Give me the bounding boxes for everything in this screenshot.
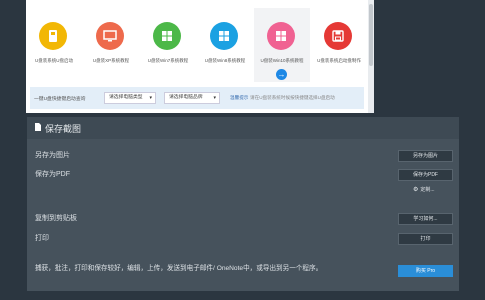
monitor-icon — [96, 22, 124, 50]
feature-description: 捕获，批注，打印和保存较好，编辑，上传，发送到电子邮件/ OneNote中，或导… — [35, 265, 323, 272]
panel-header: 保存截图 — [27, 117, 459, 139]
usb-drive-icon — [39, 22, 67, 50]
query-prompt: 一键U盘快捷键启动查询 — [34, 97, 86, 102]
panel-title: 保存截图 — [45, 124, 82, 134]
os-item-win8[interactable]: U盘装Win8系统教程 — [197, 10, 253, 82]
shortcut-query-bar: 一键U盘快捷键启动查询 请选择电脑类型 ▾ 请选择电脑品牌 ▾ 温馨提示 请在U… — [30, 87, 364, 109]
document-icon — [35, 123, 41, 131]
caret-down-icon: ▾ — [149, 95, 152, 101]
save-as-pdf-button[interactable]: 保存为PDF — [398, 169, 453, 181]
os-item-label: U盘装Win10系统教程 — [260, 58, 304, 63]
save-image-label: 另存为图片 — [35, 152, 70, 159]
windows-logo-icon — [267, 22, 295, 50]
preview-scrollbar[interactable] — [368, 0, 374, 113]
os-item-label: U盘装系统U盘启动 — [35, 58, 73, 63]
os-item-win7[interactable]: U盘装Win7系统教程 — [140, 10, 196, 82]
save-pdf-label: 保存为PDF — [35, 171, 70, 178]
arrow-right-icon[interactable]: → — [276, 69, 287, 80]
os-item-win10[interactable]: U盘装Win10系统教程 → — [254, 8, 310, 82]
computer-brand-select[interactable]: 请选择电脑品牌 ▾ — [164, 92, 220, 104]
windows-logo-icon — [210, 22, 238, 50]
save-disk-icon — [324, 22, 352, 50]
buy-pro-button[interactable]: 购买 Pro — [398, 265, 453, 277]
scrollbar-thumb[interactable] — [369, 4, 373, 66]
windows-logo-icon — [153, 22, 181, 50]
os-tutorial-row: U盘装系统U盘启动 U盘装XP系统教程 U盘装Win7系统教程 U盘装Win8系… — [26, 0, 368, 82]
print-label: 打印 — [35, 235, 49, 242]
os-item-label: U盘装Win8系统教程 — [204, 58, 246, 63]
save-screenshot-panel: 保存截图 另存为图片 另存为图片 保存为PDF 保存为PDF ⚙ 定制... 复制… — [27, 117, 459, 291]
tip-title: 温馨提示 — [230, 95, 249, 100]
copy-clipboard-label: 复制到剪贴板 — [35, 215, 77, 222]
computer-type-select[interactable]: 请选择电脑类型 ▾ — [104, 92, 156, 104]
os-item-xp[interactable]: U盘装XP系统教程 — [83, 10, 139, 82]
print-button[interactable]: 打印 — [398, 233, 453, 245]
capture-preview: U盘装系统U盘启动 U盘装XP系统教程 U盘装Win7系统教程 U盘装Win8系… — [26, 0, 374, 113]
os-item-usb[interactable]: U盘装系统U盘启动 — [26, 10, 82, 82]
os-item-label: U盘装系统启动盘制作 — [317, 58, 361, 63]
save-as-image-button[interactable]: 另存为图片 — [398, 150, 453, 162]
gear-icon: ⚙ — [413, 187, 419, 193]
learn-more-button[interactable]: 学习如何... — [398, 213, 453, 225]
tip-text: 请在U盘装系统时候按快捷键选择U盘启动 — [250, 95, 335, 100]
caret-down-icon: ▾ — [213, 95, 216, 101]
os-item-usb-maker[interactable]: U盘装系统启动盘制作 — [311, 10, 367, 82]
customize-link[interactable]: ⚙ 定制... — [413, 186, 435, 193]
os-item-label: U盘装Win7系统教程 — [147, 58, 189, 63]
os-item-label: U盘装XP系统教程 — [92, 58, 130, 63]
